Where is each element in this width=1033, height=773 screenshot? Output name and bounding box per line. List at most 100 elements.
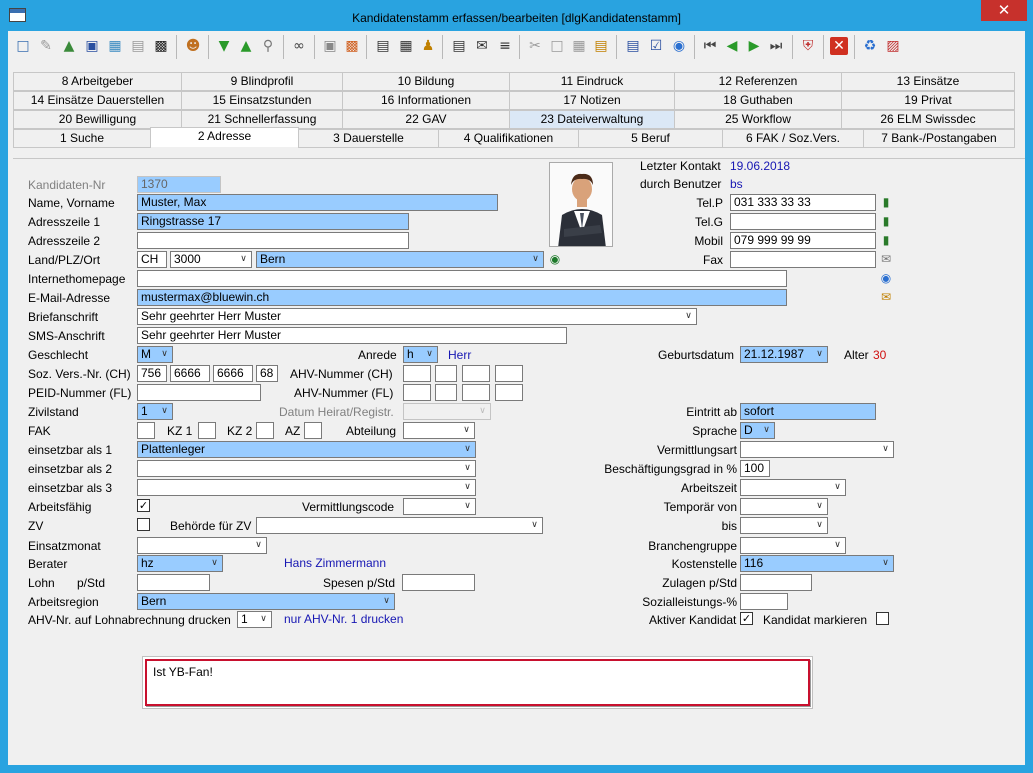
ahv-fl-part4[interactable] xyxy=(495,384,523,401)
vermittlungsart-select[interactable]: ∨ xyxy=(740,441,894,458)
chevron-down-icon[interactable]: ∨ xyxy=(461,500,474,513)
geschlecht-select[interactable]: M ∨ xyxy=(137,346,173,363)
fax-icon[interactable]: ✉ xyxy=(879,252,893,266)
print-icon[interactable]: ▩ xyxy=(152,37,170,55)
arrow-up-icon[interactable]: ▲ xyxy=(237,37,255,55)
tab-workflow[interactable]: 25 Workflow xyxy=(674,110,842,129)
tab-dateiverwaltung[interactable]: 23 Dateiverwaltung xyxy=(509,110,675,129)
tab-bank-postangaben[interactable]: 7 Bank-/Postangaben xyxy=(863,129,1015,148)
close-icon[interactable]: ✕ xyxy=(830,37,848,55)
tab-fak-sozvers[interactable]: 6 FAK / Soz.Vers. xyxy=(722,129,864,148)
chevron-down-icon[interactable]: ∨ xyxy=(831,539,844,552)
chevron-down-icon[interactable]: ∨ xyxy=(813,348,826,361)
cut-icon[interactable]: ✂ xyxy=(526,37,544,55)
ahv-lohn-select[interactable]: 1 ∨ xyxy=(237,611,272,628)
image-icon[interactable]: ▣ xyxy=(321,37,339,55)
chevron-down-icon[interactable]: ∨ xyxy=(257,613,270,626)
beschaeftigungsgrad-field[interactable]: 100 xyxy=(740,460,770,477)
zivilstand-select[interactable]: 1 ∨ xyxy=(137,403,173,420)
document-icon[interactable]: ▦ xyxy=(397,37,415,55)
tab-eindruck[interactable]: 11 Eindruck xyxy=(509,72,675,91)
berater-select[interactable]: hz ∨ xyxy=(137,555,223,572)
ahv-fl-part3[interactable] xyxy=(462,384,490,401)
ahv-ch-part4[interactable] xyxy=(495,365,523,382)
chevron-down-icon[interactable]: ∨ xyxy=(879,443,892,456)
telp-field[interactable]: 031 333 33 33 xyxy=(730,194,876,211)
tab-bildung[interactable]: 10 Bildung xyxy=(342,72,510,91)
save-icon[interactable]: ▣ xyxy=(83,37,101,55)
close-window-button[interactable]: ✕ xyxy=(981,0,1027,21)
tab-einsatzstunden[interactable]: 15 Einsatzstunden xyxy=(181,91,343,110)
open-folder-icon[interactable]: ▲ xyxy=(60,37,78,55)
kz1-field[interactable] xyxy=(198,422,216,439)
globe-icon[interactable]: ◉ xyxy=(670,37,688,55)
sozvers-part4[interactable]: 68 xyxy=(256,365,278,382)
sozvers-part2[interactable]: 6666 xyxy=(170,365,210,382)
tab-suche[interactable]: 1 Suche xyxy=(13,129,151,148)
internethomepage-field[interactable] xyxy=(137,270,787,287)
link-icon[interactable]: ∞ xyxy=(290,37,308,55)
chevron-down-icon[interactable]: ∨ xyxy=(423,348,436,361)
kz2-field[interactable] xyxy=(256,422,274,439)
email-icon[interactable]: ✉ xyxy=(879,290,893,304)
phone-icon[interactable]: ▮ xyxy=(879,195,893,209)
abteilung-select[interactable]: ∨ xyxy=(403,422,475,439)
arrow-down-icon[interactable]: ▼ xyxy=(215,37,233,55)
last-record-icon[interactable]: ⏭ xyxy=(767,37,785,55)
geburtsdatum-select[interactable]: 21.12.1987 ∨ xyxy=(740,346,828,363)
tab-referenzen[interactable]: 12 Referenzen xyxy=(674,72,842,91)
next-record-icon[interactable]: ▶ xyxy=(745,37,763,55)
copy-record-icon[interactable]: ♻ xyxy=(861,37,879,55)
ahv-fl-part1[interactable] xyxy=(403,384,431,401)
chevron-down-icon[interactable]: ∨ xyxy=(380,595,393,608)
tab-einsaetze-dauerstellen[interactable]: 14 Einsätze Dauerstellen xyxy=(13,91,182,110)
title-bar[interactable]: Kandidatenstamm erfassen/bearbeiten [dlg… xyxy=(0,0,1033,30)
vermittlungscode-select[interactable]: ∨ xyxy=(403,498,476,515)
arbeitsregion-select[interactable]: Bern ∨ xyxy=(137,593,395,610)
behoerde-select[interactable]: ∨ xyxy=(256,517,543,534)
branchengruppe-select[interactable]: ∨ xyxy=(740,537,846,554)
chevron-down-icon[interactable]: ∨ xyxy=(461,462,474,475)
adresszeile1-field[interactable]: Ringstrasse 17 xyxy=(137,213,409,230)
chevron-down-icon[interactable]: ∨ xyxy=(760,424,773,437)
bullet-list-icon[interactable]: ≡ xyxy=(496,37,514,55)
name-field[interactable]: Muster, Max xyxy=(137,194,498,211)
notes-textarea[interactable]: Ist YB-Fan! xyxy=(145,659,810,706)
new-document-icon[interactable]: □ xyxy=(14,37,32,55)
einsetzbar2-select[interactable]: ∨ xyxy=(137,460,476,477)
chevron-down-icon[interactable]: ∨ xyxy=(237,253,250,266)
mobil-field[interactable]: 079 999 99 99 xyxy=(730,232,876,249)
chevron-down-icon[interactable]: ∨ xyxy=(158,348,171,361)
documents-icon[interactable]: ▤ xyxy=(374,37,392,55)
book-icon[interactable]: ▤ xyxy=(592,37,610,55)
tab-arbeitgeber[interactable]: 8 Arbeitgeber xyxy=(13,72,182,91)
shield-icon[interactable]: ⛨ xyxy=(799,37,817,55)
peid-field[interactable] xyxy=(137,384,261,401)
zulagen-field[interactable] xyxy=(740,574,812,591)
az-field[interactable] xyxy=(304,422,322,439)
aktiver-kandidat-checkbox[interactable]: ✓ xyxy=(740,612,753,625)
lohn-field[interactable] xyxy=(137,574,210,591)
image-export-icon[interactable]: ▩ xyxy=(343,37,361,55)
chevron-down-icon[interactable]: ∨ xyxy=(879,557,892,570)
ort-select[interactable]: Bern ∨ xyxy=(256,251,544,268)
ahv-ch-part2[interactable] xyxy=(435,365,457,382)
plz-select[interactable]: 3000 ∨ xyxy=(170,251,252,268)
tab-einsaetze[interactable]: 13 Einsätze xyxy=(841,72,1015,91)
tab-adresse[interactable]: 2 Adresse xyxy=(150,127,299,147)
temporaer-von-select[interactable]: ∨ xyxy=(740,498,828,515)
globe-icon[interactable]: ◉ xyxy=(879,271,893,285)
search-icon[interactable]: ⚲ xyxy=(259,37,277,55)
checklist-icon[interactable]: ☑ xyxy=(647,37,665,55)
edit-icon[interactable]: ✎ xyxy=(37,37,55,55)
mail-icon[interactable]: ✉ xyxy=(473,37,491,55)
arbeitszeit-select[interactable]: ∨ xyxy=(740,479,846,496)
users-icon[interactable]: ☻ xyxy=(184,37,202,55)
refresh-icon[interactable]: ▤ xyxy=(129,37,147,55)
chevron-down-icon[interactable]: ∨ xyxy=(461,481,474,494)
arbeitsfaehig-checkbox[interactable]: ✓ xyxy=(137,499,150,512)
einsatzmonat-select[interactable]: ∨ xyxy=(137,537,267,554)
chevron-down-icon[interactable]: ∨ xyxy=(813,500,826,513)
notes-icon[interactable]: ▤ xyxy=(624,37,642,55)
temporaer-bis-select[interactable]: ∨ xyxy=(740,517,828,534)
